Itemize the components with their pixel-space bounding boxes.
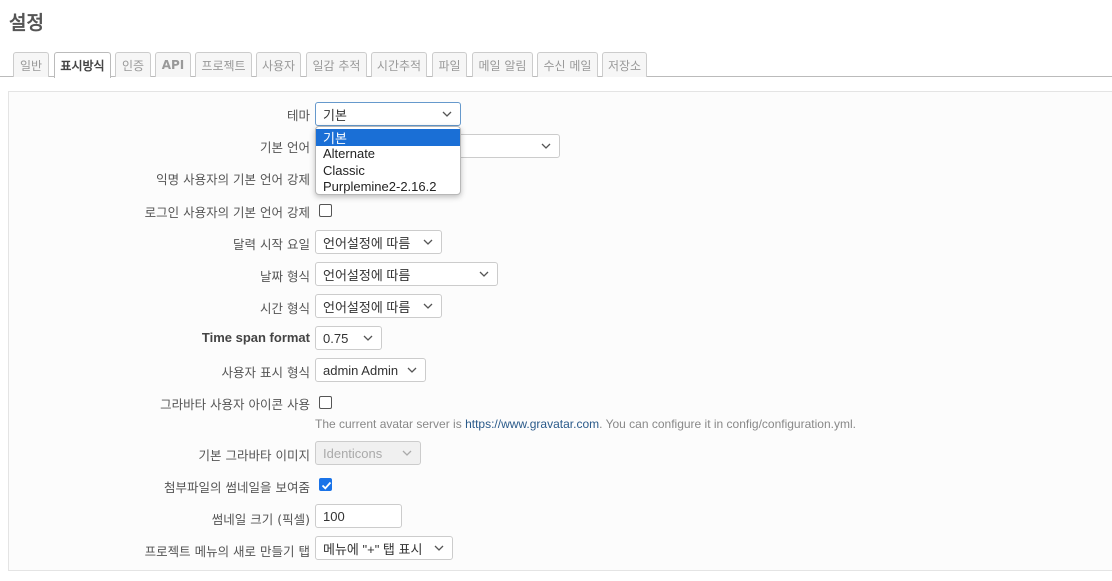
tab-users[interactable]: 사용자 <box>256 52 301 77</box>
theme-option-default[interactable]: 기본 <box>316 129 460 146</box>
tab-api[interactable]: API <box>155 52 191 77</box>
tab-repositories[interactable]: 저장소 <box>602 52 647 77</box>
theme-label: 테마 <box>286 108 310 123</box>
timespan-format-select[interactable]: 0.75 <box>315 326 382 350</box>
timespan-format-label: Time span format <box>201 330 310 345</box>
new-item-menu-tab-select[interactable]: 메뉴에 "+" 탭 표시 <box>315 536 453 560</box>
tab-files[interactable]: 파일 <box>432 52 467 77</box>
gravatar-enabled-checkbox[interactable] <box>319 396 332 409</box>
thumbnails-size-input[interactable]: 100 <box>315 504 402 528</box>
thumbnails-enabled-checkbox[interactable] <box>319 478 332 491</box>
theme-select[interactable]: 기본 <box>315 102 461 126</box>
start-of-week-select[interactable]: 언어설정에 따름 <box>315 230 442 254</box>
theme-option-purplemine2[interactable]: Purplemine2-2.16.2 <box>316 179 460 196</box>
user-format-select[interactable]: admin Admin <box>315 358 426 382</box>
gravatar-note-prefix: The current avatar server is <box>315 417 466 431</box>
settings-tabs: 일반 표시방식 인증 API 프로젝트 사용자 일감 추적 시간추적 파일 메일… <box>0 52 1112 78</box>
gravatar-enabled-label: 그라바타 사용자 아이콘 사용 <box>160 397 310 412</box>
user-format-value: admin Admin <box>323 362 399 378</box>
date-format-value: 언어설정에 따름 <box>323 267 411 283</box>
page-title: 설정 <box>9 12 44 34</box>
time-format-label: 시간 형식 <box>260 301 310 316</box>
thumbnails-size-label: 썸네일 크기 (픽셀) <box>211 512 310 527</box>
theme-option-classic[interactable]: Classic <box>316 162 460 179</box>
tab-issue-tracking[interactable]: 일감 추적 <box>306 52 367 77</box>
thumbnails-enabled-label: 첨부파일의 썸네일을 보여줌 <box>164 480 310 495</box>
chevron-down-icon <box>479 271 489 277</box>
force-language-anonymous-label: 익명 사용자의 기본 언어 강제 <box>156 172 310 187</box>
date-format-select[interactable]: 언어설정에 따름 <box>315 262 498 286</box>
timespan-format-value: 0.75 <box>323 330 349 346</box>
default-language-label: 기본 언어 <box>260 140 310 155</box>
gravatar-note-suffix: . You can configure it in config/configu… <box>599 417 856 431</box>
tab-authentication[interactable]: 인증 <box>115 52 151 77</box>
gravatar-default-select: Identicons <box>315 441 421 465</box>
tab-time-tracking[interactable]: 시간추적 <box>371 52 427 77</box>
new-item-menu-tab-label: 프로젝트 메뉴의 새로 만들기 탭 <box>144 544 310 559</box>
tab-display[interactable]: 표시방식 <box>54 52 111 78</box>
chevron-down-icon <box>423 239 433 245</box>
chevron-down-icon <box>423 303 433 309</box>
tab-incoming-emails[interactable]: 수신 메일 <box>537 52 598 77</box>
time-format-value: 언어설정에 따름 <box>323 299 411 315</box>
tab-email-notifications[interactable]: 메일 알림 <box>472 52 533 77</box>
theme-select-value: 기본 <box>323 107 347 123</box>
chevron-down-icon <box>442 111 452 117</box>
start-of-week-value: 언어설정에 따름 <box>323 235 411 251</box>
user-format-label: 사용자 표시 형식 <box>221 365 310 380</box>
gravatar-link[interactable]: https://www.gravatar.com <box>465 417 599 431</box>
chevron-down-icon <box>363 335 373 341</box>
chevron-down-icon <box>434 545 444 551</box>
checkmark-icon <box>321 481 332 490</box>
force-language-logged-in-checkbox[interactable] <box>319 204 332 217</box>
chevron-down-icon <box>541 143 551 149</box>
theme-option-alternate[interactable]: Alternate <box>316 146 460 163</box>
time-format-select[interactable]: 언어설정에 따름 <box>315 294 442 318</box>
gravatar-default-value: Identicons <box>323 445 383 461</box>
tab-projects[interactable]: 프로젝트 <box>195 52 252 77</box>
settings-box <box>8 91 1112 571</box>
gravatar-note: The current avatar server is https://www… <box>315 417 856 431</box>
gravatar-default-label: 기본 그라바타 이미지 <box>198 448 310 463</box>
date-format-label: 날짜 형식 <box>260 269 310 284</box>
theme-dropdown-list: 기본 Alternate Classic Purplemine2-2.16.2 <box>315 126 461 195</box>
force-language-logged-in-label: 로그인 사용자의 기본 언어 강제 <box>144 205 310 220</box>
new-item-menu-tab-value: 메뉴에 "+" 탭 표시 <box>323 541 423 557</box>
tab-general[interactable]: 일반 <box>13 52 49 77</box>
start-of-week-label: 달력 시작 요일 <box>233 237 310 252</box>
chevron-down-icon <box>402 450 412 456</box>
chevron-down-icon <box>407 367 417 373</box>
